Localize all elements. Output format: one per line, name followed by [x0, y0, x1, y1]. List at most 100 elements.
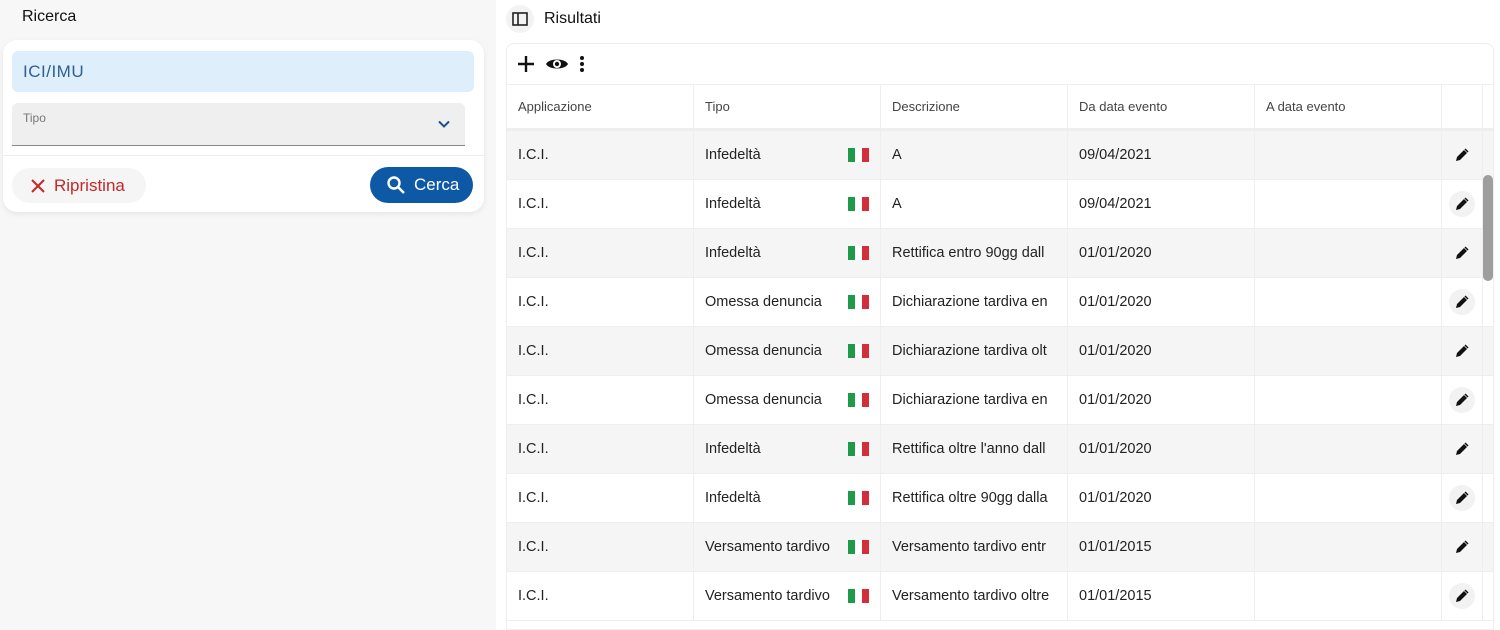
pencil-icon: [1456, 344, 1469, 357]
cell-descrizione: Rettifica oltre 90gg dalla: [881, 474, 1068, 522]
cell-a-data-evento: [1255, 180, 1442, 228]
toggle-sidebar-button[interactable]: [506, 5, 534, 33]
cell-da-data-evento: 01/01/2020: [1068, 278, 1255, 326]
table-row[interactable]: I.C.I. Omessa denuncia Dichiarazione tar…: [507, 376, 1493, 425]
edit-button[interactable]: [1449, 485, 1475, 511]
table-row[interactable]: I.C.I. Versamento tardivo Versamento tar…: [507, 572, 1493, 621]
edit-button[interactable]: [1449, 436, 1475, 462]
cell-actions: [1442, 180, 1483, 228]
italy-flag-icon: [848, 246, 869, 260]
pencil-icon: [1456, 148, 1469, 161]
tipo-text: Infedeltà: [705, 490, 761, 506]
edit-button[interactable]: [1449, 240, 1475, 266]
tipo-select[interactable]: Tipo: [12, 103, 465, 146]
sidebar-icon: [512, 12, 528, 26]
header-a-data-evento[interactable]: A data evento: [1255, 85, 1442, 128]
results-header: Risultati: [506, 4, 601, 34]
tipo-text: Infedeltà: [705, 147, 761, 163]
cell-descrizione: Versamento tardivo oltre: [881, 572, 1068, 620]
cell-a-data-evento: [1255, 131, 1442, 179]
italy-flag-icon: [848, 540, 869, 554]
tipo-text: Versamento tardivo: [705, 539, 830, 555]
cell-da-data-evento: 01/01/2020: [1068, 229, 1255, 277]
results-title: Risultati: [544, 10, 601, 27]
view-button[interactable]: [545, 56, 569, 72]
cell-applicazione: I.C.I.: [507, 278, 694, 326]
cell-a-data-evento: [1255, 278, 1442, 326]
cell-da-data-evento: 01/01/2015: [1068, 572, 1255, 620]
tipo-label: Tipo: [23, 111, 46, 125]
more-vert-icon: [580, 56, 584, 72]
pencil-icon: [1456, 295, 1469, 308]
tipo-text: Omessa denuncia: [705, 294, 822, 310]
table-row[interactable]: I.C.I. Versamento tardivo Versamento tar…: [507, 523, 1493, 572]
italy-flag-icon: [848, 197, 869, 211]
table-row[interactable]: I.C.I. Infedeltà Rettifica oltre l'anno …: [507, 425, 1493, 474]
cell-a-data-evento: [1255, 376, 1442, 424]
italy-flag-icon: [848, 442, 869, 456]
cell-a-data-evento: [1255, 425, 1442, 473]
table-row[interactable]: I.C.I. Infedeltà Rettifica entro 90gg da…: [507, 229, 1493, 278]
cell-descrizione: Rettifica oltre l'anno dall: [881, 425, 1068, 473]
scrollbar[interactable]: [1483, 175, 1493, 281]
cell-tipo: Infedeltà: [694, 131, 881, 179]
tipo-text: Infedeltà: [705, 441, 761, 457]
cell-actions: [1442, 523, 1483, 571]
search-icon: [387, 176, 405, 194]
cell-descrizione: Dichiarazione tardiva olt: [881, 327, 1068, 375]
pencil-icon: [1456, 393, 1469, 406]
cell-da-data-evento: 01/01/2020: [1068, 425, 1255, 473]
cell-applicazione: I.C.I.: [507, 229, 694, 277]
close-icon: [31, 178, 45, 193]
tipo-text: Omessa denuncia: [705, 343, 822, 359]
table-row[interactable]: I.C.I. Infedeltà Rettifica oltre 90gg da…: [507, 474, 1493, 523]
header-applicazione[interactable]: Applicazione: [507, 85, 694, 128]
cell-tipo: Infedeltà: [694, 474, 881, 522]
header-tipo[interactable]: Tipo: [694, 85, 881, 128]
reset-button[interactable]: Ripristina: [12, 168, 146, 203]
italy-flag-icon: [848, 148, 869, 162]
cell-applicazione: I.C.I.: [507, 131, 694, 179]
cell-applicazione: I.C.I.: [507, 572, 694, 620]
application-field[interactable]: ICI/IMU: [12, 51, 474, 92]
edit-button[interactable]: [1449, 338, 1475, 364]
edit-button[interactable]: [1449, 191, 1475, 217]
header-da-data-evento[interactable]: Da data evento: [1068, 85, 1255, 128]
italy-flag-icon: [848, 393, 869, 407]
edit-button[interactable]: [1449, 387, 1475, 413]
cell-descrizione: A: [881, 180, 1068, 228]
cell-da-data-evento: 01/01/2020: [1068, 376, 1255, 424]
pencil-icon: [1456, 540, 1469, 553]
pencil-icon: [1456, 491, 1469, 504]
cell-actions: [1442, 278, 1483, 326]
italy-flag-icon: [848, 344, 869, 358]
add-button[interactable]: [517, 55, 535, 73]
cell-da-data-evento: 09/04/2021: [1068, 131, 1255, 179]
header-actions: [1442, 85, 1483, 128]
cell-applicazione: I.C.I.: [507, 376, 694, 424]
cell-descrizione: Dichiarazione tardiva en: [881, 278, 1068, 326]
cell-actions: [1442, 572, 1483, 620]
eye-icon: [546, 59, 568, 69]
edit-button[interactable]: [1449, 534, 1475, 560]
table-row[interactable]: I.C.I. Omessa denuncia Dichiarazione tar…: [507, 327, 1493, 376]
edit-button[interactable]: [1449, 142, 1475, 168]
cell-applicazione: I.C.I.: [507, 523, 694, 571]
table-header: Applicazione Tipo Descrizione Da data ev…: [507, 85, 1493, 131]
table-toolbar: [507, 44, 1493, 85]
table-row[interactable]: I.C.I. Omessa denuncia Dichiarazione tar…: [507, 278, 1493, 327]
cell-applicazione: I.C.I.: [507, 474, 694, 522]
cell-descrizione: Rettifica entro 90gg dall: [881, 229, 1068, 277]
pencil-icon: [1456, 442, 1469, 455]
cell-descrizione: A: [881, 131, 1068, 179]
header-descrizione[interactable]: Descrizione: [881, 85, 1068, 128]
cell-tipo: Omessa denuncia: [694, 376, 881, 424]
search-button[interactable]: Cerca: [370, 167, 473, 203]
table-row[interactable]: I.C.I. Infedeltà A 09/04/2021: [507, 131, 1493, 180]
edit-button[interactable]: [1449, 583, 1475, 609]
cell-tipo: Versamento tardivo: [694, 572, 881, 620]
more-button[interactable]: [579, 55, 585, 73]
edit-button[interactable]: [1449, 289, 1475, 315]
search-label: Cerca: [414, 175, 460, 194]
table-row[interactable]: I.C.I. Infedeltà A 09/04/2021: [507, 180, 1493, 229]
